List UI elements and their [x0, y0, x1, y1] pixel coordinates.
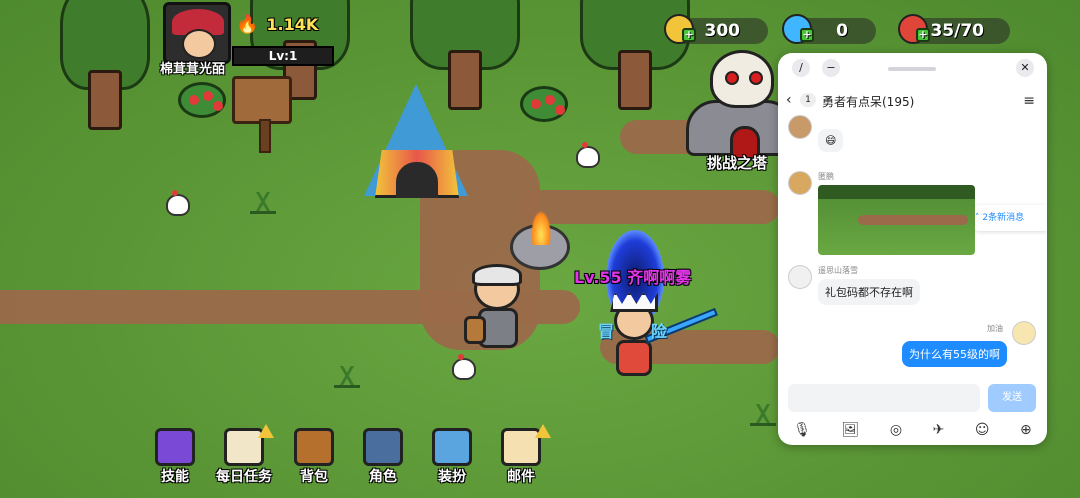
- menu-daily-quests[interactable]: 每日任务: [212, 424, 276, 492]
- image-icon[interactable]: 🖼: [842, 422, 860, 438]
- menu-daily-quests-label: 每日任务: [216, 469, 272, 485]
- grass-tuft: [750, 404, 776, 426]
- other-player-label: Lv.55 齐啊啊雾: [574, 268, 692, 287]
- text-message[interactable]: 礼包码都不存在啊: [818, 279, 920, 305]
- quest-board[interactable]: [232, 76, 292, 153]
- send-button[interactable]: 发送: [988, 384, 1036, 412]
- challenge-tower[interactable]: [686, 50, 796, 160]
- power-value: 1.14K: [266, 15, 319, 34]
- my-text-message[interactable]: 为什么有55级的啊: [902, 341, 1007, 367]
- avatar[interactable]: [1012, 321, 1036, 345]
- spellbook-icon: [155, 428, 195, 466]
- message-list[interactable]: 😄 ˄ 2条新消息 匿鹏 遥思山落雪 礼包码都不存在啊 加油 为什么有55级的啊: [778, 115, 1047, 385]
- menu-mail-label: 邮件: [507, 469, 535, 485]
- adventure-label-left: 冒: [598, 322, 615, 341]
- stamina-resource[interactable]: + 35/70: [898, 14, 1010, 44]
- menu-backpack[interactable]: 背包: [282, 428, 346, 492]
- npc-knight[interactable]: [464, 264, 536, 358]
- adventure-label-right: 险: [651, 322, 668, 341]
- avatar[interactable]: [788, 171, 812, 195]
- sender-name: 匿鹏: [818, 172, 834, 181]
- avatar[interactable]: [788, 265, 812, 289]
- menu-skills[interactable]: 技能: [143, 428, 207, 492]
- sender-name: 加油: [987, 324, 1003, 333]
- add-stamina-icon[interactable]: +: [916, 28, 930, 42]
- menu-outfit-label: 装扮: [438, 469, 466, 485]
- player-name: 棉茸茸光皕: [160, 62, 226, 77]
- add-gold-icon[interactable]: +: [682, 28, 696, 42]
- level-bar: Lv:1: [232, 46, 334, 66]
- mic-icon[interactable]: 🎙: [793, 422, 811, 438]
- grass-tuft: [334, 366, 360, 388]
- close-icon[interactable]: ✕: [1016, 59, 1034, 77]
- menu-outfit[interactable]: 装扮: [420, 428, 484, 492]
- menu-skills-label: 技能: [161, 469, 189, 485]
- dirt-path: [520, 190, 780, 224]
- back-icon[interactable]: ‹: [786, 92, 792, 108]
- avatar[interactable]: [788, 115, 812, 139]
- gem-value: 0: [836, 21, 848, 41]
- unread-count: 1: [800, 93, 816, 107]
- stamina-value: 35/70: [930, 21, 984, 41]
- grass-tuft: [250, 192, 276, 214]
- sender-name: 遥思山落雪: [818, 266, 858, 275]
- group-title[interactable]: 勇者有点呆(195): [822, 93, 914, 110]
- pin-icon[interactable]: ∕: [792, 59, 810, 77]
- add-gem-icon[interactable]: +: [800, 28, 814, 42]
- chat-header: ‹ 1 勇者有点呆(195) ≡: [778, 85, 1047, 115]
- tent-door: [396, 162, 438, 198]
- chat-toolbar: 🎙 🖼 ◎ ✈ ☺ ⊕: [778, 417, 1047, 443]
- gem-resource[interactable]: + 0: [782, 14, 876, 44]
- minimize-icon[interactable]: −: [822, 59, 840, 77]
- emoji-icon[interactable]: ☺: [975, 422, 990, 438]
- chat-window-controls: ∕ − ✕: [778, 53, 1047, 83]
- sticker-icon[interactable]: ✈: [933, 422, 945, 438]
- sticker-message[interactable]: 😄: [818, 129, 844, 152]
- plus-icon[interactable]: ⊕: [1020, 422, 1032, 438]
- gold-resource[interactable]: + 300: [664, 14, 768, 44]
- menu-character-label: 角色: [369, 469, 397, 485]
- image-message[interactable]: [818, 185, 975, 255]
- tree: [60, 0, 150, 130]
- new-messages-label: 2条新消息: [982, 213, 1025, 223]
- warning-icon: [535, 424, 551, 438]
- camera-icon[interactable]: ◎: [890, 422, 902, 438]
- warning-icon: [258, 424, 274, 438]
- player-avatar[interactable]: [163, 2, 231, 64]
- helmet-icon: [363, 428, 403, 466]
- flame-icon: 🔥: [236, 14, 259, 35]
- drag-handle[interactable]: [888, 67, 936, 71]
- challenge-tower-label[interactable]: 挑战之塔: [707, 152, 767, 173]
- campfire: [510, 211, 570, 270]
- menu-backpack-label: 背包: [300, 469, 328, 485]
- menu-character[interactable]: 角色: [351, 428, 415, 492]
- armor-icon: [432, 428, 472, 466]
- chicken: [166, 190, 190, 216]
- chicken: [452, 354, 476, 380]
- chicken: [576, 142, 600, 168]
- chat-overlay[interactable]: ∕ − ✕ ‹ 1 勇者有点呆(195) ≡ 😄 ˄ 2条新消息 匿鹏 遥思山落…: [778, 53, 1047, 445]
- power-display: 🔥 1.14K: [236, 14, 318, 35]
- gold-value: 300: [704, 21, 741, 41]
- berry-bush: [520, 86, 568, 122]
- menu-icon[interactable]: ≡: [1023, 93, 1035, 109]
- message-input[interactable]: [788, 384, 980, 412]
- backpack-icon: [294, 428, 334, 466]
- new-messages-button[interactable]: ˄ 2条新消息: [967, 205, 1047, 231]
- berry-bush: [178, 82, 226, 118]
- menu-mail[interactable]: 邮件: [489, 424, 553, 492]
